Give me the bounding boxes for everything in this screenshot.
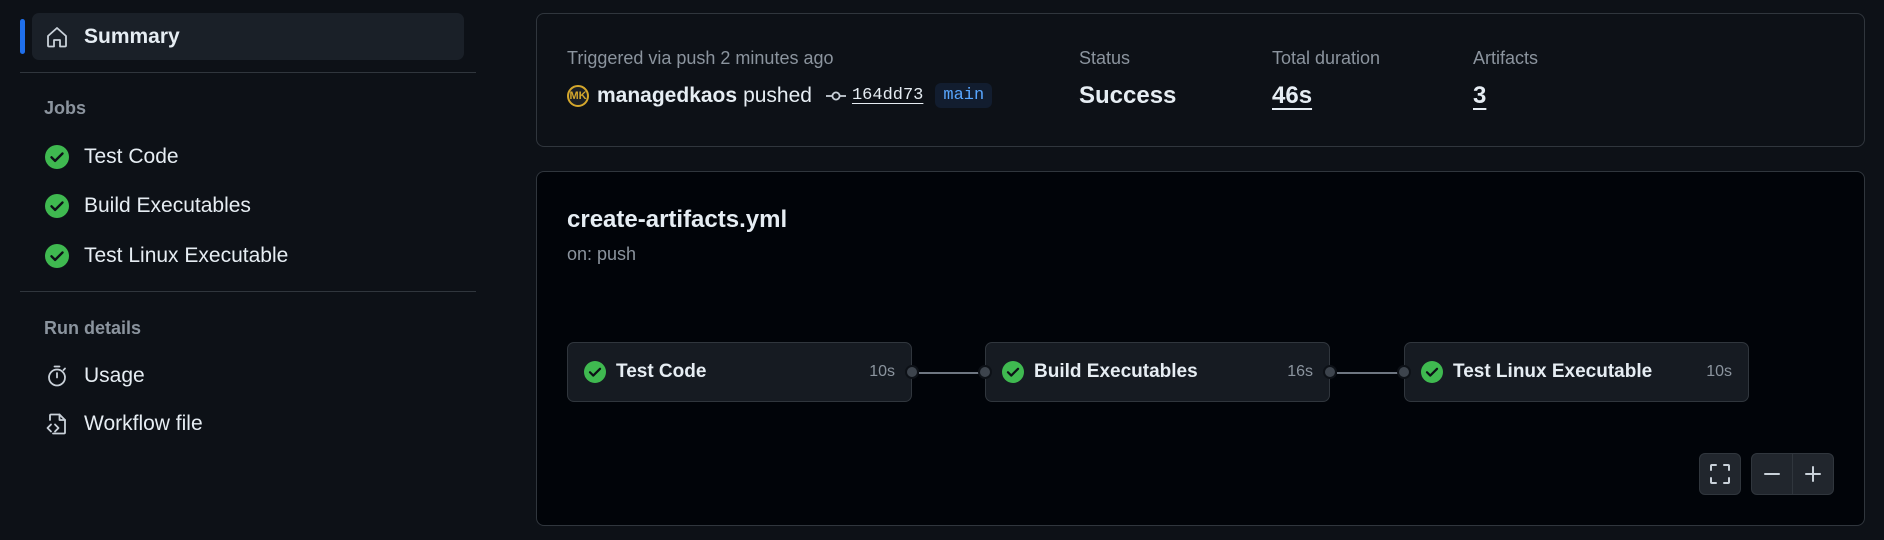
sidebar-item-label: Usage (84, 363, 145, 387)
input-port (978, 365, 992, 379)
divider (20, 72, 476, 73)
sidebar-item-workflow-file[interactable]: Workflow file (20, 400, 476, 447)
success-check-icon (44, 243, 69, 268)
job-edge (1337, 372, 1404, 374)
sidebar-item-label: Workflow file (84, 411, 203, 435)
screen-full-icon (1709, 463, 1731, 485)
active-indicator (20, 19, 25, 54)
run-summary-card: Triggered via push 2 minutes ago MK mana… (536, 13, 1865, 147)
action-text: pushed (743, 83, 812, 107)
job-node-duration: 10s (869, 363, 895, 380)
plus-icon (1803, 464, 1823, 484)
success-check-icon (44, 144, 69, 169)
artifacts-label: Artifacts (1473, 48, 1539, 68)
sidebar-item-job[interactable]: Build Executables (20, 182, 476, 229)
jobs-heading: Jobs (44, 98, 87, 118)
job-label: Build Executables (84, 193, 251, 217)
workflow-graph-card: create-artifacts.yml on: push Test Code … (536, 171, 1865, 526)
workflow-name: create-artifacts.yml (567, 206, 788, 233)
job-node-test-linux-executable[interactable]: Test Linux Executable 10s (1404, 342, 1749, 402)
job-node-duration: 16s (1287, 363, 1313, 380)
input-port (1397, 365, 1411, 379)
user-link[interactable]: managedkaos (597, 84, 737, 108)
triggered-label: Triggered via push 2 minutes ago (567, 48, 834, 68)
sidebar-item-summary[interactable]: Summary (20, 13, 464, 60)
job-node-name: Test Linux Executable (1453, 361, 1653, 382)
output-port (1323, 365, 1337, 379)
output-port (905, 365, 919, 379)
duration-label: Total duration (1272, 48, 1381, 68)
job-node-test-code[interactable]: Test Code 10s (567, 342, 912, 402)
duration-link[interactable]: 46s (1272, 82, 1312, 110)
git-commit-icon (825, 89, 846, 103)
job-node-duration: 10s (1706, 363, 1732, 380)
trigger-details: MK managedkaos pushed 164dd73 main (567, 83, 993, 108)
success-check-icon (1421, 361, 1443, 383)
zoom-out-button[interactable] (1751, 453, 1793, 495)
branch-badge[interactable]: main (935, 83, 993, 108)
success-check-icon (1002, 361, 1024, 383)
workflow-trigger: on: push (567, 244, 637, 264)
status-label: Status (1079, 48, 1131, 68)
sidebar-item-job[interactable]: Test Linux Executable (20, 232, 476, 279)
avatar[interactable]: MK (567, 84, 589, 107)
job-node-build-executables[interactable]: Build Executables 16s (985, 342, 1330, 402)
job-label: Test Code (84, 144, 179, 168)
divider (20, 291, 476, 292)
status-value: Success (1079, 82, 1177, 109)
job-edge (919, 372, 985, 374)
sidebar-item-usage[interactable]: Usage (20, 352, 476, 399)
commit-sha-link[interactable]: 164dd73 (852, 86, 923, 105)
run-details-heading: Run details (44, 318, 142, 338)
home-icon (44, 24, 69, 49)
artifacts-link[interactable]: 3 (1473, 82, 1486, 110)
sidebar-item-label: Summary (84, 24, 180, 48)
zoom-in-button[interactable] (1792, 453, 1834, 495)
file-code-icon (44, 411, 69, 436)
job-node-name: Test Code (616, 361, 707, 382)
success-check-icon (584, 361, 606, 383)
stopwatch-icon (44, 363, 69, 388)
success-check-icon (44, 193, 69, 218)
job-node-name: Build Executables (1034, 361, 1198, 382)
job-label: Test Linux Executable (84, 243, 289, 267)
fullscreen-button[interactable] (1699, 453, 1741, 495)
minus-icon (1762, 464, 1782, 484)
sidebar-item-job[interactable]: Test Code (20, 133, 476, 180)
